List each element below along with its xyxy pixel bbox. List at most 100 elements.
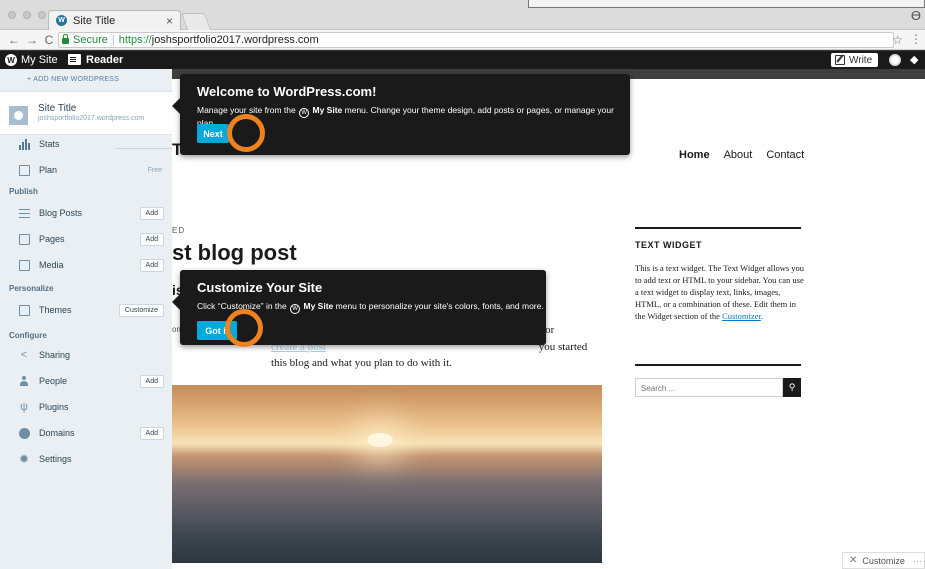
customize-float-label: Customize	[862, 555, 905, 566]
site-navigation: Home About Contact	[679, 149, 804, 161]
sidebar-item-pages[interactable]: Pages Add	[0, 226, 172, 252]
reload-icon[interactable]: C	[44, 33, 54, 47]
widget-divider	[635, 227, 801, 229]
sidebar-item-themes[interactable]: Themes Customize	[0, 297, 172, 323]
themes-icon	[18, 304, 30, 316]
sidebar-item-media[interactable]: Media Add	[0, 252, 172, 278]
post-body-line-2-text: you started	[538, 341, 588, 353]
write-label: Write	[849, 54, 873, 66]
sidebar-item-label: Stats	[39, 139, 60, 149]
group-label-personalize: Personalize	[9, 284, 54, 293]
back-arrow-icon[interactable]: ←	[8, 33, 20, 47]
add-domain-button[interactable]: Add	[139, 426, 164, 440]
url-scheme: https://	[118, 34, 152, 46]
star-icon[interactable]: ☆	[892, 33, 903, 47]
sidebar-item-label: Domains	[39, 428, 75, 438]
close-window-icon[interactable]	[8, 11, 16, 19]
post-meta: ED	[172, 226, 186, 235]
sidebar-item-label: Plan	[39, 165, 58, 175]
reader-icon[interactable]	[68, 54, 81, 65]
sidebar-item-people[interactable]: People Add	[0, 368, 172, 394]
featured-image	[172, 385, 602, 563]
sidebar-item-stats[interactable]: Stats	[0, 131, 172, 157]
profile-icon[interactable]: ϴ	[911, 8, 921, 23]
wordpress-favicon-icon: W	[56, 15, 67, 26]
nav-contact[interactable]: Contact	[766, 149, 804, 161]
tooltip-text: menu to personalize your site's colors, …	[335, 301, 544, 311]
nav-about[interactable]: About	[724, 149, 753, 161]
window-controls[interactable]	[8, 11, 46, 19]
browser-tab-bar: W Site Title × ϴ	[0, 0, 925, 30]
add-new-wordpress-link[interactable]: + ADD NEW WORDPRESS	[0, 69, 172, 91]
welcome-tooltip-title: Welcome to WordPress.com!	[197, 84, 377, 99]
tooltip-bold-text: My Site	[312, 105, 343, 115]
address-toolbar: ← → C Secure | https:// joshsportfolio20…	[0, 30, 925, 50]
search-button[interactable]: ⚲	[783, 378, 801, 397]
sidebar-item-sharing[interactable]: < Sharing	[0, 342, 172, 368]
plan-badge: Free	[147, 166, 162, 174]
customize-floating-button[interactable]: ✕ Customize ···	[842, 552, 925, 569]
my-site-link[interactable]: My Site	[21, 54, 58, 66]
add-post-button[interactable]: Add	[139, 206, 164, 220]
media-icon	[18, 259, 30, 271]
sidebar-item-label: Sharing	[39, 350, 71, 360]
sidebar-item-plan[interactable]: Plan Free	[0, 157, 172, 183]
customize-button[interactable]: Customize	[118, 303, 164, 317]
notifications-icon[interactable]: ◆	[910, 53, 918, 66]
sidebar-item-label: Blog Posts	[39, 208, 83, 218]
maximize-window-icon[interactable]	[38, 11, 46, 19]
tab-close-icon[interactable]: ×	[166, 14, 173, 28]
write-button[interactable]: Write	[831, 53, 878, 67]
new-tab-button[interactable]	[180, 13, 212, 30]
people-icon	[18, 375, 30, 387]
posts-icon	[18, 207, 30, 219]
site-name: Site Title	[38, 103, 77, 114]
customizer-link[interactable]: Customizer	[722, 311, 761, 321]
current-site-card[interactable]: Site Title joshsportfolio2017.wordpress.…	[0, 91, 172, 135]
sidebar-item-domains[interactable]: Domains Add	[0, 420, 172, 446]
wordpress-logo-icon: W	[299, 108, 310, 118]
reader-link[interactable]: Reader	[86, 54, 123, 66]
site-url: joshsportfolio2017.wordpress.com	[38, 115, 145, 122]
tooltip-bold-text: My Site	[303, 301, 334, 311]
add-page-button[interactable]: Add	[139, 232, 164, 246]
tools-icon: ✕	[849, 555, 858, 566]
overlay-frame	[528, 0, 925, 8]
plugin-icon: ψ	[20, 401, 28, 413]
post-title[interactable]: st blog post	[172, 240, 297, 266]
url-input[interactable]: Secure | https:// joshsportfolio2017.wor…	[58, 32, 894, 48]
widget-text-end: .	[760, 311, 763, 321]
browser-tab[interactable]: W Site Title ×	[48, 10, 181, 30]
widget-title: TEXT WIDGET	[635, 240, 702, 250]
nav-home[interactable]: Home	[679, 149, 710, 161]
customize-tooltip-title: Customize Your Site	[197, 280, 323, 295]
widget-text: This is a text widget. The Text Widget a…	[635, 262, 805, 322]
sidebar-item-settings[interactable]: ✹ Settings	[0, 446, 172, 472]
site-icon	[9, 106, 28, 125]
share-icon: <	[20, 349, 28, 361]
widget-text-body: This is a text widget. The Text Widget a…	[635, 263, 805, 321]
group-label-configure: Configure	[9, 331, 47, 340]
sidebar-item-blog-posts[interactable]: Blog Posts Add	[0, 200, 172, 226]
next-button[interactable]: Next	[197, 124, 229, 143]
pages-icon	[18, 233, 30, 245]
wordpress-logo-icon[interactable]: W	[5, 54, 17, 66]
search-input[interactable]: Search ...	[635, 378, 783, 397]
group-label-publish: Publish	[9, 187, 38, 196]
minimize-window-icon[interactable]	[23, 11, 31, 19]
plan-icon	[18, 164, 30, 176]
stats-icon	[18, 138, 30, 150]
sidebar-item-plugins[interactable]: ψ Plugins	[0, 394, 172, 420]
avatar[interactable]	[889, 54, 901, 66]
add-media-button[interactable]: Add	[139, 258, 164, 272]
sidebar-item-label: Settings	[39, 454, 72, 464]
forward-arrow-icon[interactable]: →	[26, 33, 38, 47]
add-people-button[interactable]: Add	[139, 374, 164, 388]
menu-icon[interactable]: ⋮	[910, 32, 922, 46]
sidebar-item-label: Media	[39, 260, 64, 270]
sidebar-item-label: Pages	[39, 234, 65, 244]
tab-title: Site Title	[73, 14, 116, 27]
url-separator: |	[111, 34, 115, 46]
click-highlight-ring	[225, 309, 263, 347]
more-icon[interactable]: ···	[913, 556, 922, 566]
